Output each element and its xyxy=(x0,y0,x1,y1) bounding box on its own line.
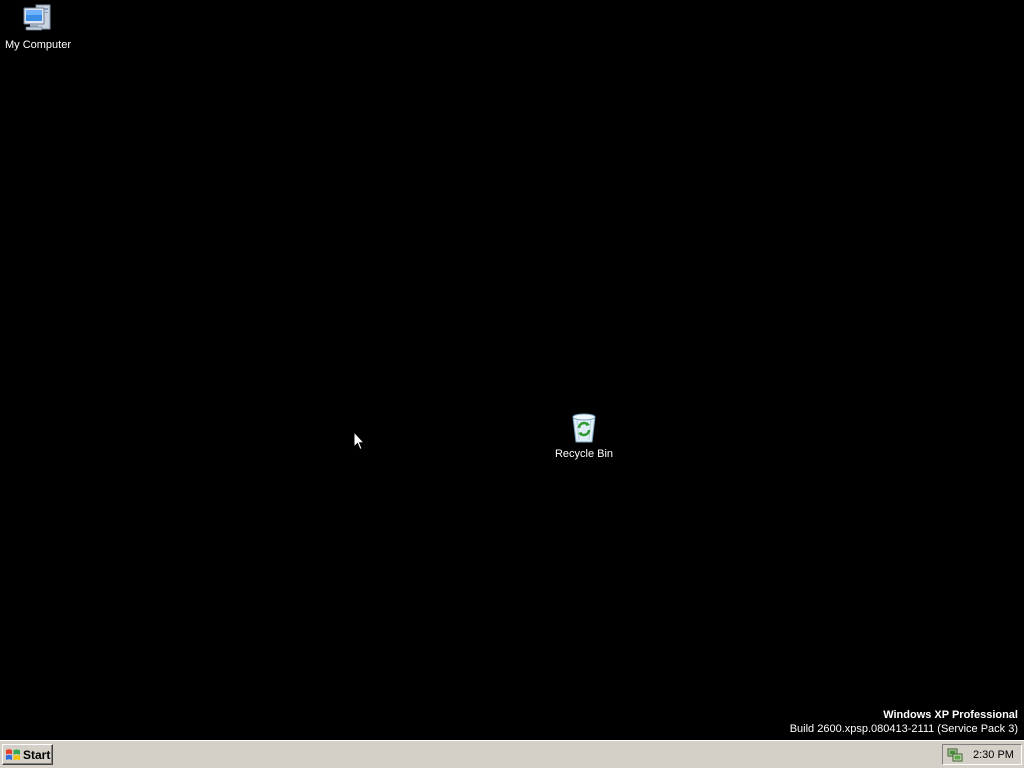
mouse-pointer-icon xyxy=(353,431,365,451)
windows-logo-icon xyxy=(6,748,20,760)
recycle-bin-icon xyxy=(572,413,596,443)
start-button[interactable]: Start xyxy=(2,744,53,765)
desktop-icon-recycle-bin[interactable]: Recycle Bin xyxy=(546,411,622,461)
taskbar-clock[interactable]: 2:30 PM xyxy=(973,749,1014,761)
desktop[interactable]: My Computer Recycle Bin Windows XP Profe… xyxy=(0,0,1024,740)
desktop-icon-my-computer[interactable]: My Computer xyxy=(0,2,76,52)
my-computer-icon xyxy=(23,4,51,31)
desktop-icon-label: Recycle Bin xyxy=(554,448,614,460)
start-button-label: Start xyxy=(23,747,51,762)
system-tray: 2:30 PM xyxy=(942,744,1022,765)
taskbar: Start 2:30 PM xyxy=(0,740,1024,768)
desktop-icon-label: My Computer xyxy=(4,39,72,51)
windows-build-text: Build 2600.xpsp.080413-2111 (Service Pac… xyxy=(789,723,1018,735)
network-connection-icon[interactable] xyxy=(947,747,963,763)
windows-edition-text: Windows XP Professional xyxy=(883,709,1018,721)
windows-version-watermark: Windows XP Professional Build 2600.xpsp.… xyxy=(790,708,1018,736)
